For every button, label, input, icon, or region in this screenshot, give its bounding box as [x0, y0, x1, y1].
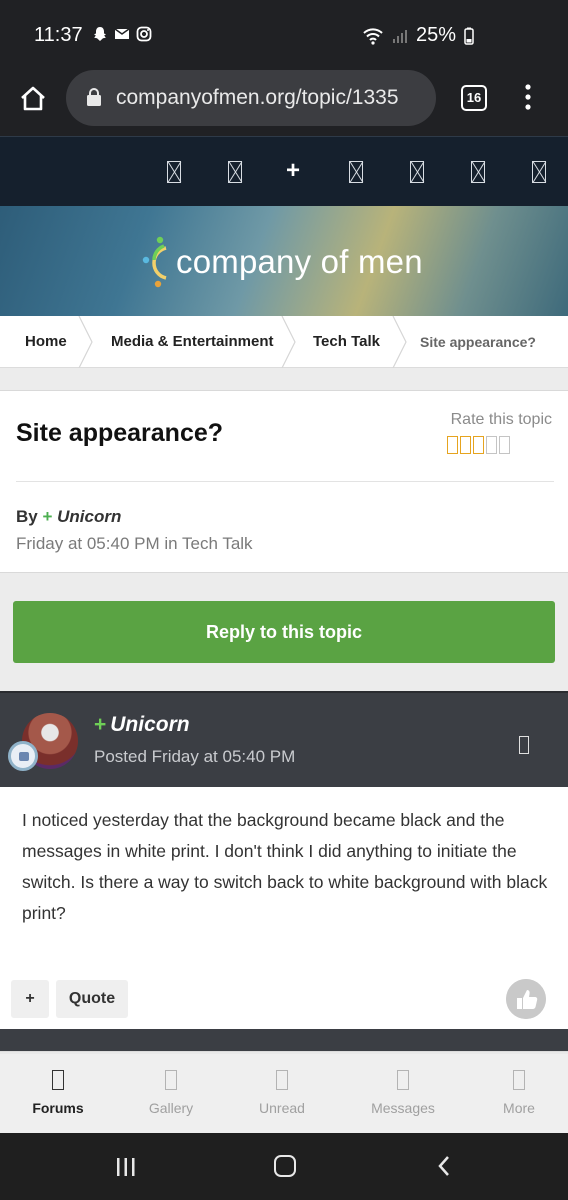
breadcrumb-tech-talk[interactable]: Tech Talk — [313, 333, 380, 350]
nav-missing-glyph-icon[interactable] — [410, 161, 424, 183]
breadcrumb-separator-icon — [392, 316, 407, 368]
star-icon[interactable] — [486, 436, 497, 454]
signal-icon — [392, 29, 407, 43]
create-plus-icon[interactable]: + — [286, 159, 300, 183]
post-author[interactable]: + Unicorn — [94, 713, 190, 737]
nav-missing-glyph-icon[interactable] — [228, 161, 242, 183]
status-time: 11:37 — [34, 24, 83, 46]
logo-mark-icon — [142, 236, 167, 288]
site-logo[interactable]: company of men — [140, 234, 423, 290]
member-plus-icon: + — [94, 713, 107, 736]
page-title: Site appearance? — [16, 419, 224, 447]
unread-icon — [276, 1070, 288, 1090]
mail-icon — [114, 28, 130, 39]
breadcrumb-home[interactable]: Home — [25, 333, 67, 350]
tab-switcher-button[interactable]: 16 — [461, 85, 487, 111]
forums-icon — [52, 1070, 64, 1090]
quote-button[interactable]: Quote — [56, 980, 128, 1018]
post-text: I noticed yesterday that the background … — [22, 810, 548, 923]
instagram-icon — [136, 26, 152, 42]
tab-messages[interactable]: Messages — [353, 1070, 453, 1116]
thumbs-up-icon[interactable] — [506, 979, 546, 1019]
browser-toolbar: companyofmen.org/topic/1335 16 — [0, 70, 568, 136]
topic-author-link[interactable]: Unicorn — [57, 507, 121, 526]
post-content: I noticed yesterday that the background … — [0, 787, 568, 1029]
recent-apps-icon[interactable] — [115, 1157, 137, 1177]
post-header: + Unicorn Posted Friday at 05:40 PM — [0, 691, 568, 787]
site-nav-bar: + — [0, 136, 568, 206]
system-nav-bar — [0, 1133, 568, 1200]
tab-label: More — [503, 1100, 535, 1116]
breadcrumb-separator-icon — [78, 316, 93, 368]
post-author-name[interactable]: Unicorn — [110, 713, 189, 736]
star-icon[interactable] — [499, 436, 510, 454]
topic-meta: Friday at 05:40 PM in Tech Talk — [16, 534, 253, 553]
tab-label: Forums — [32, 1100, 84, 1116]
star-icon[interactable] — [447, 436, 458, 454]
lock-icon — [87, 88, 101, 106]
notification-icons — [92, 26, 152, 42]
topic-byline: By + Unicorn — [16, 507, 121, 527]
tab-label: Gallery — [148, 1100, 194, 1116]
star-icon[interactable] — [460, 436, 471, 454]
divider — [16, 481, 554, 482]
battery-icon — [464, 27, 474, 45]
system-home-icon[interactable] — [274, 1155, 296, 1177]
gallery-icon — [165, 1070, 177, 1090]
tab-label: Unread — [259, 1100, 305, 1116]
tab-gallery[interactable]: Gallery — [121, 1070, 221, 1116]
address-bar[interactable]: companyofmen.org/topic/1335 — [66, 70, 436, 126]
nav-missing-glyph-icon[interactable] — [471, 161, 485, 183]
messages-icon — [397, 1070, 409, 1090]
rating-stars[interactable] — [447, 436, 510, 454]
star-icon[interactable] — [473, 436, 484, 454]
tab-unread[interactable]: Unread — [232, 1070, 332, 1116]
nav-missing-glyph-icon[interactable] — [532, 161, 546, 183]
member-plus-icon: + — [42, 507, 53, 526]
rate-topic-label: Rate this topic — [450, 411, 552, 428]
nav-missing-glyph-icon[interactable] — [349, 161, 363, 183]
post-timestamp: Posted Friday at 05:40 PM — [94, 747, 296, 766]
battery-percent: 25% — [415, 24, 456, 46]
more-vertical-icon[interactable] — [520, 82, 536, 112]
reply-button[interactable]: Reply to this topic — [13, 601, 555, 663]
post-menu-icon[interactable] — [519, 736, 529, 754]
status-right: 25% — [362, 24, 474, 47]
url-text: companyofmen.org/topic/1335 — [116, 86, 399, 109]
home-icon[interactable] — [18, 84, 48, 114]
snapchat-icon — [94, 27, 106, 41]
breadcrumb-current: Site appearance? — [420, 334, 536, 350]
breadcrumb-media-entertainment[interactable]: Media & Entertainment — [111, 333, 274, 350]
site-tab-bar: Forums Gallery Unread Messages More — [0, 1051, 568, 1133]
site-banner: company of men — [0, 206, 568, 316]
breadcrumb-separator-icon — [281, 316, 296, 368]
topic-header: Site appearance? Rate this topic By + Un… — [0, 390, 568, 573]
nav-missing-glyph-icon[interactable] — [167, 161, 181, 183]
plus-button[interactable]: + — [11, 980, 49, 1018]
logo-text: company of men — [176, 243, 423, 280]
back-icon[interactable] — [436, 1155, 452, 1177]
wifi-icon — [363, 27, 383, 45]
status-bar: 11:37 25% — [0, 0, 568, 70]
tab-label: Messages — [371, 1100, 435, 1116]
more-icon — [513, 1070, 525, 1090]
tab-more[interactable]: More — [469, 1070, 568, 1116]
breadcrumb: Home Media & Entertainment Tech Talk Sit… — [0, 316, 568, 368]
rank-badge-icon — [8, 741, 38, 771]
by-label: By — [16, 507, 38, 526]
tab-forums[interactable]: Forums — [8, 1070, 108, 1116]
